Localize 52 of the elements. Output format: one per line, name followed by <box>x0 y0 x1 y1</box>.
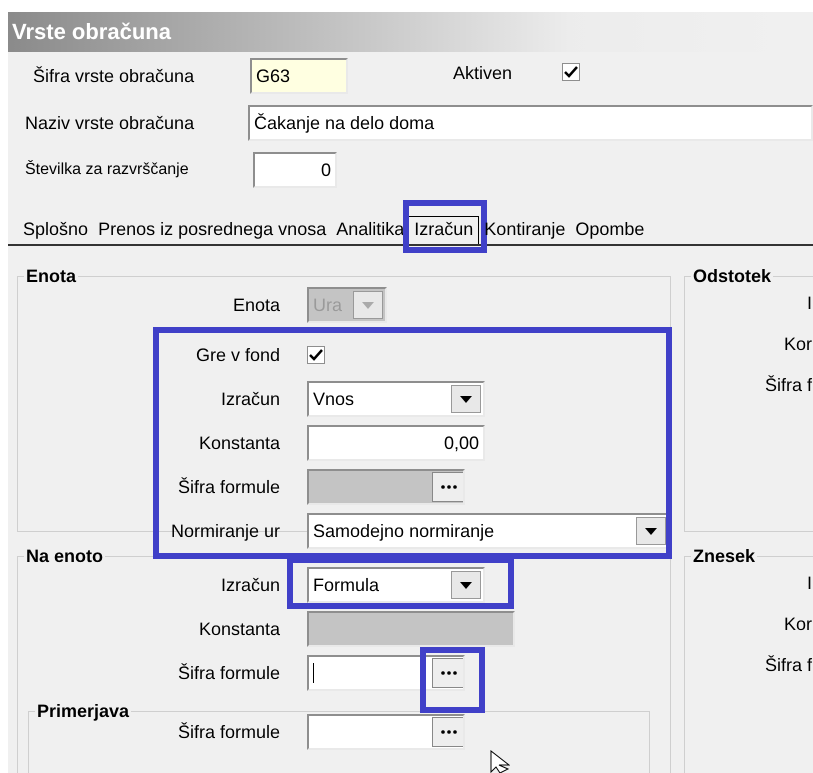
dropdown-arrow-icon <box>460 582 472 588</box>
field-label: Izračun <box>220 574 280 596</box>
tab[interactable]: Opombe <box>570 219 650 244</box>
checkbox[interactable] <box>307 346 325 364</box>
group-title: Znesek <box>692 546 756 567</box>
field-label: Kor <box>784 614 812 635</box>
group-title: Enota <box>25 266 78 287</box>
checkmark-icon <box>564 66 578 78</box>
dropdown-arrow-icon <box>362 302 374 308</box>
checkmark-icon <box>309 349 323 361</box>
group-title: Primerjava <box>36 701 130 722</box>
browse-button[interactable] <box>432 658 463 688</box>
field-label: Kor <box>784 334 812 355</box>
field-label: Enota <box>232 294 280 316</box>
field-label: Gre v fond <box>194 344 280 366</box>
tab[interactable]: Splošno <box>18 219 94 244</box>
number-field[interactable]: 0 <box>253 152 337 188</box>
tab[interactable]: Prenos iz posrednega vnosa <box>93 219 332 244</box>
field-label: Šifra f <box>764 655 812 676</box>
field-label: Šifra formule <box>176 722 280 742</box>
browse-button[interactable] <box>432 717 463 747</box>
name-field[interactable]: Čakanje na delo doma <box>248 105 813 141</box>
formula-field[interactable] <box>307 714 465 750</box>
field-label: Številka za razvrščanje <box>25 161 190 179</box>
dropdown[interactable]: Vnos <box>307 381 485 417</box>
field-label: Normiranje ur <box>170 520 280 542</box>
code-field[interactable]: G63 <box>250 58 348 94</box>
field-label: Aktiven <box>453 62 512 84</box>
field-label: Šifra formule <box>176 476 280 498</box>
checkbox[interactable] <box>562 63 580 81</box>
mouse-pointer-icon <box>490 750 510 773</box>
field-label: Šifra vrste obračuna <box>32 66 196 86</box>
ellipsis-icon <box>440 730 456 734</box>
ellipsis-icon <box>440 671 456 675</box>
field-label: I <box>806 293 812 314</box>
group-title: Na enoto <box>25 546 104 567</box>
dropdown-arrow-icon <box>645 528 657 534</box>
dropdown-arrow-icon <box>460 396 472 402</box>
field-label: I <box>806 573 812 594</box>
field-label: Naziv vrste obračuna <box>25 112 196 134</box>
formula-field[interactable] <box>307 655 465 691</box>
tab[interactable]: Izračun <box>409 216 480 244</box>
ellipsis-icon <box>440 485 456 489</box>
group-title: Odstotek <box>692 266 772 287</box>
tab[interactable]: Analitika <box>331 219 410 244</box>
field-label: Šifra formule <box>176 662 280 684</box>
field-label: Izračun <box>220 388 280 410</box>
field-label: Konstanta <box>198 432 280 454</box>
field-label: Šifra f <box>764 375 812 396</box>
number-field[interactable]: 0,00 <box>307 425 485 461</box>
field-label: Konstanta <box>198 618 280 640</box>
dropdown[interactable]: Formula <box>307 567 485 603</box>
